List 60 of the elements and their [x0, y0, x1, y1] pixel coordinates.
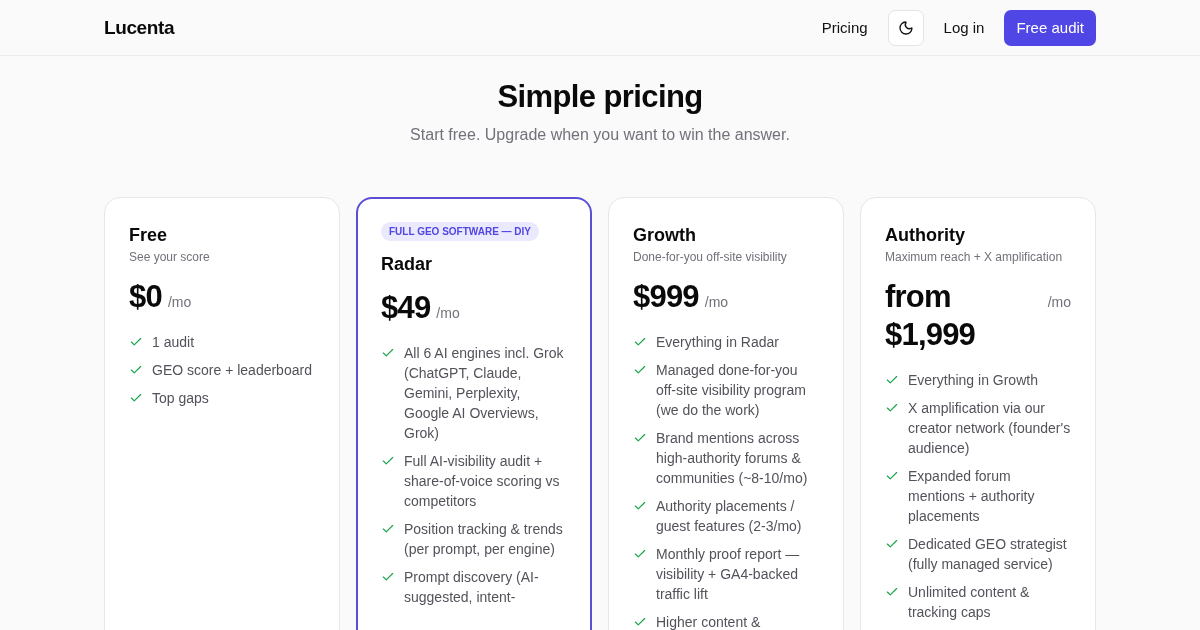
check-icon	[129, 391, 143, 405]
plan-price: $49	[381, 289, 431, 327]
feature-text: Position tracking & trends (per prompt, per engine)	[404, 520, 564, 559]
check-icon	[885, 373, 899, 387]
logo-text: Lucenta	[104, 16, 175, 39]
nav-link[interactable]: Log in	[943, 19, 985, 36]
check-icon	[885, 401, 899, 415]
check-icon	[381, 346, 395, 360]
theme-toggle-button[interactable]	[887, 9, 924, 46]
feature-text: Brand mentions across high-authority forums & communities (~8-10/mo)	[656, 429, 809, 488]
feature-text: Unlimited content & tracking caps	[908, 583, 1031, 622]
check-icon	[381, 570, 395, 584]
price-period: /mo	[704, 294, 729, 310]
feature-text: X amplification via our creator network (founder's audience)	[908, 399, 1071, 458]
plan-subtitle: Maximum reach + X amplification	[885, 249, 1064, 266]
nav-link[interactable]: Pricing	[821, 19, 868, 36]
feature-text: GEO score + leaderboard	[152, 361, 312, 380]
check-icon	[381, 522, 395, 536]
plan-subtitle: See your score	[129, 249, 211, 266]
check-icon	[885, 537, 899, 551]
feature-text: Authority placements / guest features (2-3/mo)	[656, 497, 803, 536]
feature-text: Full AI-visibility audit + share-of-voice scoring vs competitors	[404, 452, 561, 511]
plan-subtitle: Done-for-you off-site visibility	[633, 249, 788, 266]
plan-name: Growth	[633, 224, 697, 247]
price-period: /mo	[167, 294, 192, 310]
moon-icon	[897, 19, 914, 36]
feature-text: All 6 AI engines incl. Grok (ChatGPT, Claude, Gemini, Perplexity, Google AI Overviews, Grok)	[404, 344, 565, 443]
check-icon	[129, 363, 143, 377]
feature-text: Dedicated GEO strategist (fully managed service)	[908, 535, 1068, 574]
feature-text: Managed done-for-you off-site visibility program (we do the work)	[656, 361, 807, 420]
page-subtitle: Start free. Upgrade when you want to win the answer.	[410, 125, 790, 145]
check-icon	[633, 615, 647, 629]
plan-name: Free	[129, 224, 169, 247]
feature-text: Everything in Growth	[908, 371, 1038, 390]
plan-tag: FULL GEO SOFTWARE — DIY	[381, 222, 540, 241]
check-icon	[633, 431, 647, 445]
check-icon	[633, 499, 647, 513]
check-icon	[885, 585, 899, 599]
feature-text: Expanded forum mentions + authority placements	[908, 467, 1036, 526]
free-audit-button[interactable]: Free audit	[1004, 9, 1096, 46]
plan-price: $999	[633, 278, 699, 316]
check-icon	[633, 547, 647, 561]
feature-text: Top gaps	[152, 389, 209, 408]
feature-text: 1 audit	[152, 333, 195, 352]
check-icon	[885, 469, 899, 483]
feature-text: Monthly proof report — visibility + GA4-backed traffic lift	[656, 545, 801, 604]
feature-text: Higher content &	[656, 613, 761, 630]
plan-name: Authority	[885, 224, 966, 247]
plan-name: Radar	[381, 253, 434, 276]
price-period: /mo	[436, 305, 460, 321]
check-icon	[381, 454, 395, 468]
page-title: Simple pricing	[497, 79, 703, 115]
feature-text: Prompt discovery (AI-suggested, intent-	[404, 568, 540, 607]
price-period: /mo	[1047, 294, 1071, 310]
check-icon	[633, 335, 647, 349]
feature-text: Everything in Radar	[656, 333, 779, 352]
plan-price: $0	[129, 278, 162, 316]
check-icon	[633, 363, 647, 377]
check-icon	[129, 335, 143, 349]
plan-price: from $1,999	[885, 278, 977, 354]
